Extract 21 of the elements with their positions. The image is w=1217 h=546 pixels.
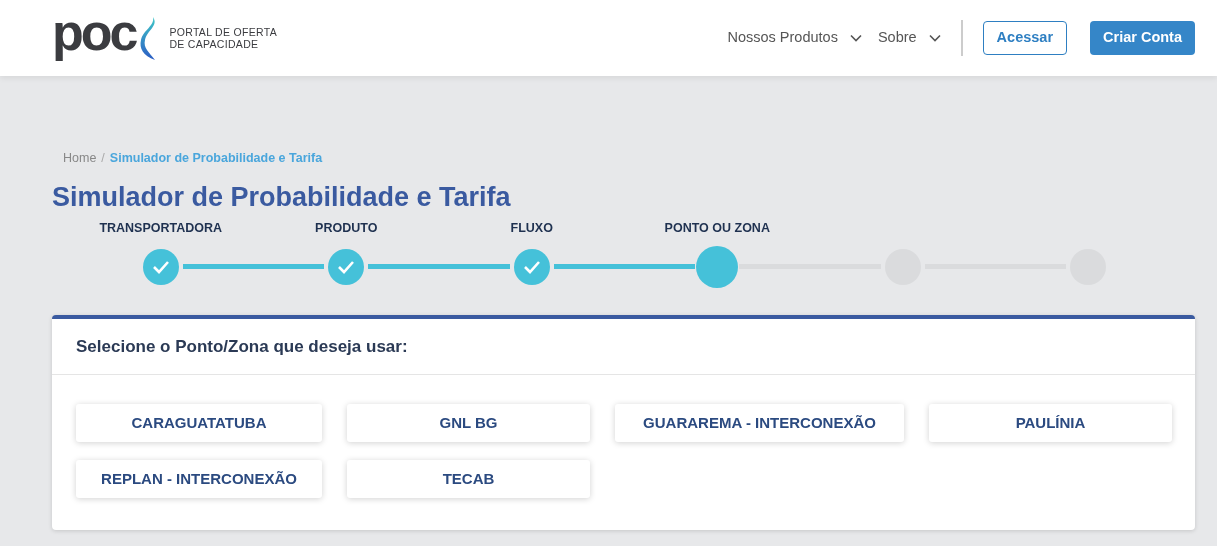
- panel-heading: Selecione o Ponto/Zona que deseja usar:: [76, 335, 408, 358]
- login-button[interactable]: Acessar: [982, 21, 1068, 55]
- option-button[interactable]: TECAB: [347, 459, 590, 498]
- step-label: FLUXO: [510, 220, 553, 238]
- logo-tagline: DE CAPACIDADE: [169, 38, 260, 50]
- option-button[interactable]: CARAGUATATUBA: [76, 403, 322, 442]
- step-label: PONTO OU ZONA: [664, 220, 770, 238]
- option-button[interactable]: PAULÍNIA: [929, 403, 1172, 442]
- breadcrumb-separator: /: [101, 150, 105, 167]
- option-button[interactable]: GNL BG: [347, 403, 590, 442]
- nav-menu[interactable]: Nossos Produtos: [727, 27, 862, 49]
- step-label: PRODUTO: [315, 220, 378, 238]
- option-button[interactable]: REPLAN - INTERCONEXÃO: [76, 459, 322, 498]
- step-label: TRANSPORTADORA: [99, 220, 223, 238]
- nav-menu[interactable]: Sobre: [877, 27, 941, 49]
- chevron-down-icon: [928, 34, 941, 42]
- page-title: Simulador de Probabilidade e Tarifa: [52, 180, 512, 214]
- signup-button[interactable]: Criar Conta: [1090, 21, 1195, 55]
- chevron-down-icon: [849, 34, 862, 42]
- option-button[interactable]: GUARAREMA - INTERCONEXÃO: [615, 403, 904, 442]
- logo-tagline: PORTAL DE OFERTA: [169, 26, 277, 38]
